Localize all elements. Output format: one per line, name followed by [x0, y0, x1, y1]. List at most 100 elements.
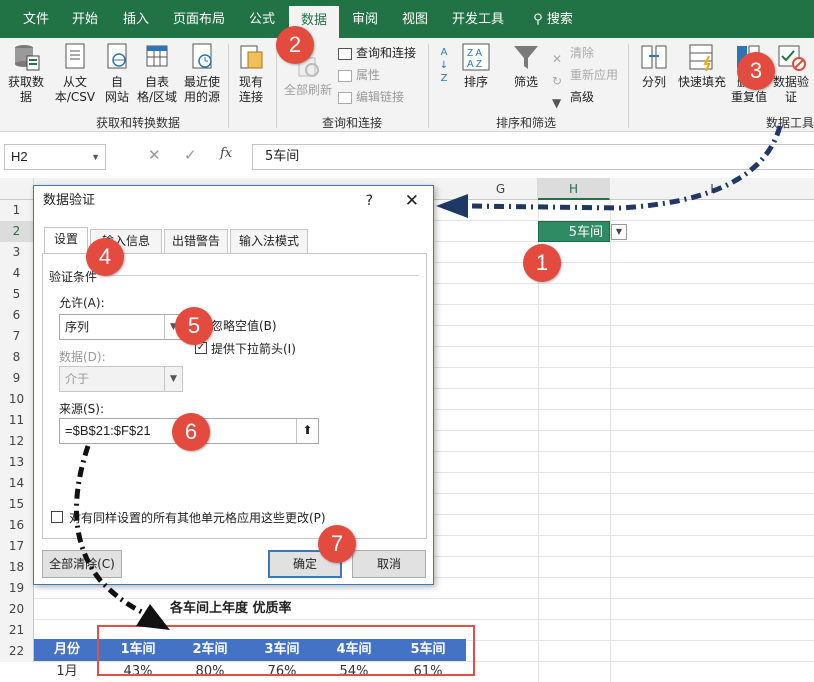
row-header[interactable]: 4 — [0, 263, 34, 284]
tab-page-layout[interactable]: 页面布局 — [166, 0, 232, 38]
close-icon[interactable]: ✕ — [405, 186, 419, 216]
tab-view[interactable]: 视图 — [394, 0, 436, 38]
from-text-button[interactable]: 从文 本/CSV — [52, 42, 98, 105]
criteria-group-label: 验证条件 — [49, 270, 98, 284]
help-icon[interactable]: ? — [366, 186, 373, 216]
tab-error-alert[interactable]: 出错警告 — [164, 229, 228, 253]
source-label: 来源(S): — [59, 402, 105, 416]
filter-button[interactable]: 筛选 — [506, 42, 546, 90]
data-validation-icon — [778, 45, 806, 71]
row-header[interactable]: 15 — [0, 494, 34, 515]
row-header[interactable]: 11 — [0, 410, 34, 431]
group-separator — [428, 44, 429, 128]
queries-icon — [338, 47, 352, 60]
tab-insert[interactable]: 插入 — [114, 0, 158, 38]
from-table-button[interactable]: 自表 格/区域 — [136, 42, 178, 105]
sort-button[interactable]: Z AA Z 排序 — [458, 42, 494, 90]
cancel-button[interactable]: 取消 — [352, 550, 426, 578]
insert-function-icon[interactable]: fx — [220, 146, 232, 161]
row-header[interactable]: 6 — [0, 305, 34, 326]
row-header[interactable]: 7 — [0, 326, 34, 347]
row-header[interactable]: 14 — [0, 473, 34, 494]
table-cell[interactable]: 1月 — [34, 661, 100, 682]
table-header-cell: 月份 — [53, 642, 80, 657]
collapse-dialog-icon[interactable]: ⬆ — [296, 419, 318, 443]
tab-settings[interactable]: 设置 — [44, 227, 88, 253]
sort-az-icon: A ↓ Z — [439, 47, 449, 84]
row-header[interactable]: 3 — [0, 242, 34, 263]
from-web-button[interactable]: 自 网站 — [100, 42, 134, 105]
tab-home[interactable]: 开始 — [62, 0, 108, 38]
column-header-g[interactable]: G — [464, 178, 538, 200]
from-table-label: 自表 格/区域 — [136, 75, 178, 104]
advanced-filter-button[interactable]: ▼ 高级 — [552, 86, 594, 110]
clear-filter-button[interactable]: ✕ 清除 — [552, 42, 594, 66]
flash-fill-button[interactable]: 快速填充 — [676, 42, 728, 90]
search-icon: ⚲ — [533, 12, 543, 27]
recent-sources-button[interactable]: 最近使 用的源 — [180, 42, 224, 105]
tab-search-label: 搜索 — [546, 12, 573, 27]
edit-links-button[interactable]: 编辑链接 — [338, 86, 404, 108]
flash-fill-icon — [689, 44, 713, 72]
formula-input[interactable]: 5车间 — [252, 144, 814, 170]
row-header[interactable]: 18 — [0, 557, 34, 578]
confirm-entry-icon[interactable]: ✓ — [184, 146, 197, 164]
reapply-button[interactable]: ↻ 重新应用 — [552, 64, 618, 88]
apply-all-checkbox[interactable] — [51, 511, 63, 523]
step-badge-1: 1 — [523, 244, 561, 282]
reapply-icon: ↻ — [552, 73, 563, 88]
cell-h2[interactable]: 5车间 — [538, 221, 610, 242]
column-header-i[interactable]: I — [610, 178, 814, 200]
formula-buttons: ✕ ✓ fx — [138, 144, 248, 170]
text-to-columns-button[interactable]: 分列 — [634, 42, 674, 90]
tab-search[interactable]: ⚲ 搜索 — [526, 0, 580, 38]
cancel-entry-icon[interactable]: ✕ — [148, 146, 161, 164]
properties-button[interactable]: 属性 — [338, 64, 380, 86]
existing-connections-button[interactable]: 现有 连接 — [232, 42, 270, 105]
name-box[interactable]: H2 ▼ — [4, 144, 106, 170]
row-header[interactable]: 1 — [0, 200, 34, 221]
row-header[interactable]: 10 — [0, 389, 34, 410]
clear-all-button[interactable]: 全部清除(C) — [42, 550, 122, 578]
row-header[interactable]: 9 — [0, 368, 34, 389]
tab-review[interactable]: 审阅 — [344, 0, 386, 38]
from-text-label: 从文 本/CSV — [54, 75, 96, 104]
row-header[interactable]: 2 — [0, 221, 34, 242]
row-header[interactable]: 22 — [0, 641, 34, 662]
dialog-title: 数据验证 — [43, 193, 96, 208]
get-data-button[interactable]: 获取数 据 — [4, 42, 48, 105]
advanced-filter-icon: ▼ — [552, 95, 562, 110]
row-header[interactable]: 12 — [0, 431, 34, 452]
gridline — [34, 598, 814, 599]
name-box-value: H2 — [11, 149, 28, 164]
row-header[interactable]: 13 — [0, 452, 34, 473]
settings-panel: 验证条件 允许(A): 序列 ▼ ✓ 忽略空值(B) ✓ 提供下拉箭头(I) 数… — [42, 253, 427, 539]
select-all-corner[interactable] — [0, 178, 34, 200]
step-badge-3: 3 — [737, 52, 775, 90]
data-validation-button[interactable]: 数据验 证 — [770, 42, 812, 105]
tab-developer[interactable]: 开发工具 — [446, 0, 510, 38]
tab-file[interactable]: 文件 — [14, 0, 58, 38]
text-file-icon — [65, 43, 85, 69]
cell-dropdown-arrow-icon[interactable]: ▼ — [611, 224, 627, 240]
tab-formulas[interactable]: 公式 — [240, 0, 284, 38]
group-separator — [628, 44, 629, 128]
web-page-icon — [107, 43, 127, 69]
filter-label: 筛选 — [513, 75, 538, 89]
connections-icon — [240, 45, 263, 69]
allow-select[interactable]: 序列 ▼ — [59, 314, 183, 340]
row-header[interactable]: 19 — [0, 578, 34, 599]
sort-az-button[interactable]: A ↓ Z — [434, 46, 454, 85]
row-header[interactable]: 21 — [0, 620, 34, 641]
data-select-value: 介于 — [65, 372, 90, 386]
row-header[interactable]: 5 — [0, 284, 34, 305]
column-header-h[interactable]: H — [538, 178, 610, 200]
queries-connections-button[interactable]: 查询和连接 — [338, 42, 416, 64]
group-label-queries: 查询和连接 — [322, 116, 383, 130]
highlight-box — [97, 625, 475, 676]
row-header[interactable]: 20 — [0, 599, 34, 620]
tab-ime-mode[interactable]: 输入法模式 — [230, 229, 308, 253]
row-header[interactable]: 8 — [0, 347, 34, 368]
row-header[interactable]: 17 — [0, 536, 34, 557]
row-header[interactable]: 16 — [0, 515, 34, 536]
